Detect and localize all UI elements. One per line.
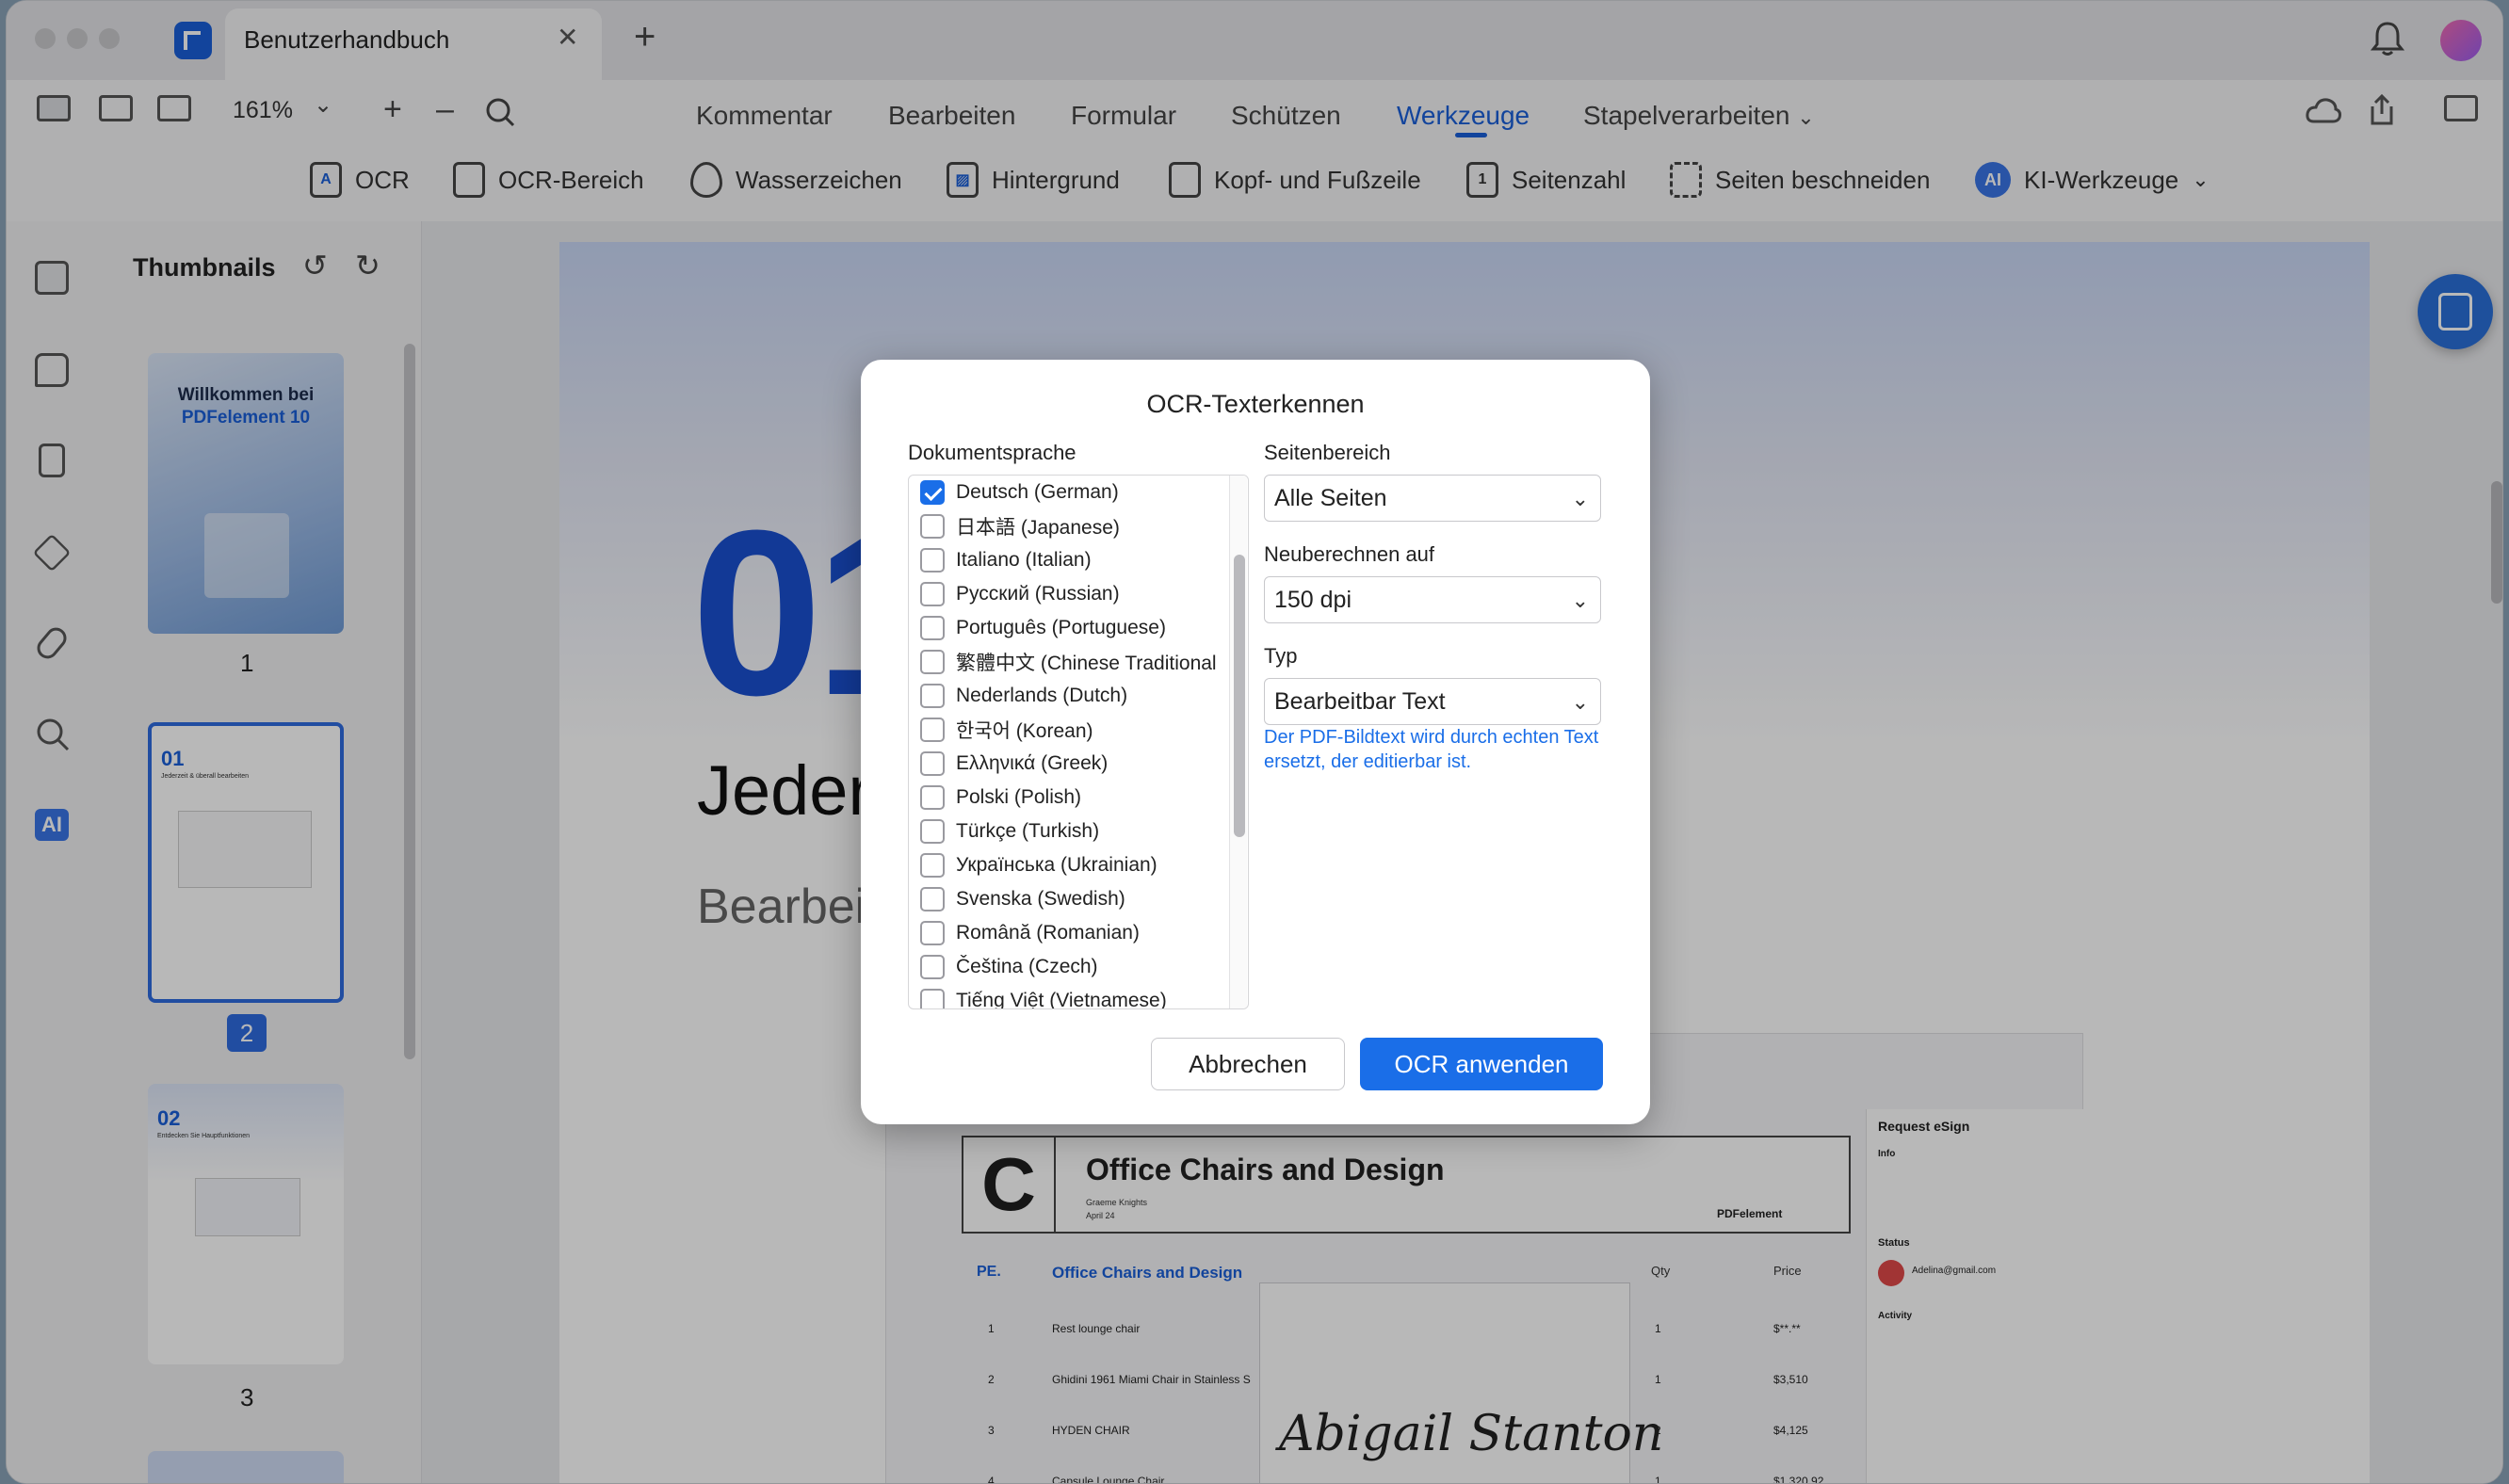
recalc-label: Neuberechnen auf bbox=[1264, 542, 1435, 566]
language-option-vietnamese[interactable]: Tiếng Việt (Vietnamese) bbox=[920, 984, 1167, 1009]
language-option-russian[interactable]: Русский (Russian) bbox=[920, 577, 1120, 611]
language-option-italian[interactable]: Italiano (Italian) bbox=[920, 543, 1092, 577]
language-name: Deutsch (German) bbox=[956, 481, 1119, 503]
language-name: Polski (Polish) bbox=[956, 786, 1082, 808]
checkbox-icon[interactable] bbox=[920, 650, 945, 674]
checkbox-icon[interactable] bbox=[920, 853, 945, 878]
language-option-dutch[interactable]: Nederlands (Dutch) bbox=[920, 679, 1127, 713]
language-name: Русский (Russian) bbox=[956, 583, 1120, 605]
ocr-dialog: OCR-Texterkennen Dokumentsprache Deutsch… bbox=[861, 360, 1650, 1124]
chevron-down-icon: ⌄ bbox=[1571, 487, 1589, 510]
page-range-select[interactable]: Alle Seiten ⌄ bbox=[1264, 475, 1601, 522]
language-option-polish[interactable]: Polski (Polish) bbox=[920, 781, 1081, 815]
language-option-ukrainian[interactable]: Українська (Ukrainian) bbox=[920, 848, 1157, 882]
checkbox-icon[interactable] bbox=[920, 718, 945, 742]
checkbox-icon[interactable] bbox=[920, 955, 945, 979]
language-option-japanese[interactable]: 日本語 (Japanese) bbox=[920, 509, 1120, 543]
language-name: Svenska (Swedish) bbox=[956, 888, 1125, 910]
language-name: Italiano (Italian) bbox=[956, 549, 1092, 571]
checkbox-icon[interactable] bbox=[920, 548, 945, 573]
dialog-title: OCR-Texterkennen bbox=[1146, 390, 1365, 418]
language-name: Ελληνικά (Greek) bbox=[956, 752, 1109, 774]
checkbox-icon[interactable] bbox=[920, 514, 945, 539]
cancel-button[interactable]: Abbrechen bbox=[1151, 1038, 1345, 1090]
language-option-czech[interactable]: Čeština (Czech) bbox=[920, 950, 1098, 984]
language-option-german[interactable]: Deutsch (German) bbox=[920, 476, 1119, 509]
checkbox-icon[interactable] bbox=[920, 616, 945, 640]
language-name: Română (Romanian) bbox=[956, 922, 1140, 944]
apply-ocr-button[interactable]: OCR anwenden bbox=[1360, 1038, 1603, 1090]
type-value: Bearbeitbar Text bbox=[1274, 687, 1446, 715]
language-name: 日本語 (Japanese) bbox=[956, 517, 1120, 539]
type-select[interactable]: Bearbeitbar Text ⌄ bbox=[1264, 678, 1601, 725]
checkbox-icon[interactable] bbox=[920, 887, 945, 911]
checkbox-icon[interactable] bbox=[920, 989, 945, 1008]
checkbox-icon[interactable] bbox=[920, 751, 945, 776]
language-name: 한국어 (Korean) bbox=[956, 720, 1093, 742]
language-label: Dokumentsprache bbox=[908, 441, 1076, 464]
language-scroll-thumb[interactable] bbox=[1234, 555, 1245, 837]
language-name: Čeština (Czech) bbox=[956, 956, 1098, 977]
language-name: Türkçe (Turkish) bbox=[956, 820, 1100, 842]
type-hint: Der PDF-Bildtext wird durch echten Text … bbox=[1264, 727, 1599, 772]
page-range-value: Alle Seiten bbox=[1274, 484, 1387, 511]
chevron-down-icon: ⌄ bbox=[1571, 690, 1589, 714]
language-option-greek[interactable]: Ελληνικά (Greek) bbox=[920, 747, 1108, 781]
language-option-chinese-traditional[interactable]: 繁體中文 (Chinese Traditional bbox=[920, 645, 1217, 679]
resolution-value: 150 dpi bbox=[1274, 586, 1352, 613]
language-option-portuguese[interactable]: Português (Portuguese) bbox=[920, 611, 1166, 645]
resolution-select[interactable]: 150 dpi ⌄ bbox=[1264, 576, 1601, 623]
checkbox-icon[interactable] bbox=[920, 785, 945, 810]
language-name: Português (Portuguese) bbox=[956, 617, 1166, 638]
language-option-romanian[interactable]: Română (Romanian) bbox=[920, 916, 1140, 950]
page-range-label: Seitenbereich bbox=[1264, 441, 1391, 464]
language-option-turkish[interactable]: Türkçe (Turkish) bbox=[920, 815, 1099, 848]
checkbox-icon[interactable] bbox=[920, 819, 945, 844]
checkbox-checked-icon[interactable] bbox=[920, 480, 945, 505]
language-list[interactable]: Deutsch (German) 日本語 (Japanese) Italiano… bbox=[908, 475, 1249, 1009]
checkbox-icon[interactable] bbox=[920, 921, 945, 945]
language-option-korean[interactable]: 한국어 (Korean) bbox=[920, 713, 1093, 747]
checkbox-icon[interactable] bbox=[920, 684, 945, 708]
language-name: 繁體中文 (Chinese Traditional bbox=[956, 653, 1217, 674]
language-name: Nederlands (Dutch) bbox=[956, 685, 1128, 706]
language-option-swedish[interactable]: Svenska (Swedish) bbox=[920, 882, 1125, 916]
type-label: Typ bbox=[1264, 644, 1298, 668]
chevron-down-icon: ⌄ bbox=[1571, 589, 1589, 612]
checkbox-icon[interactable] bbox=[920, 582, 945, 606]
language-name: Українська (Ukrainian) bbox=[956, 854, 1157, 876]
language-name: Tiếng Việt (Vietnamese) bbox=[956, 990, 1167, 1009]
